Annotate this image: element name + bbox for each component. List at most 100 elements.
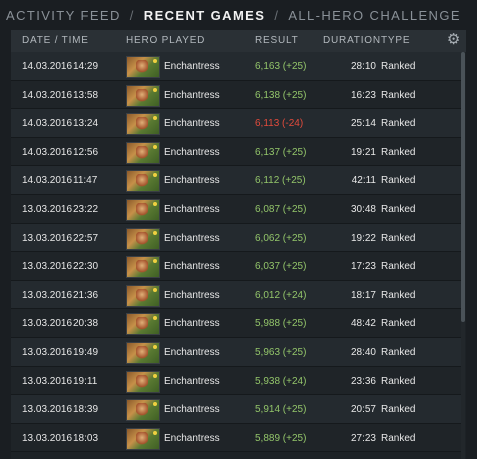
date-cell: 14.03.2016 <box>22 146 73 158</box>
hero-name-cell: Enchantress <box>164 146 220 158</box>
date-cell: 14.03.2016 <box>22 89 73 101</box>
hero-portrait-icon <box>126 56 160 78</box>
hero-portrait-icon <box>126 141 160 164</box>
date-cell: 13.03.2016 <box>22 404 73 416</box>
type-cell: Ranked <box>381 404 416 416</box>
table-row[interactable]: 13.03.2016 19:11 Enchantress 5,938 (+24) 23:… <box>11 366 462 396</box>
column-header-date-time[interactable]: Date / Time <box>22 35 89 46</box>
time-cell: 22:57 <box>73 232 99 244</box>
hero-portrait-icon <box>126 370 160 393</box>
hero-portrait-icon <box>126 427 160 450</box>
date-cell: 13.03.2016 <box>22 289 73 301</box>
time-cell: 14:29 <box>73 61 99 72</box>
result-cell: 6,037 (+25) <box>255 261 307 273</box>
time-cell: 12:56 <box>73 146 99 158</box>
table-row[interactable]: 14.03.2016 14:29 Enchantress 6,163 (+25) 28:… <box>11 52 462 81</box>
table-row[interactable]: 14.03.2016 12:56 Enchantress 6,137 (+25) 19:… <box>11 137 462 167</box>
duration-cell: 27:23 <box>350 432 376 444</box>
table-row[interactable]: 13.03.2016 22:57 Enchantress 6,062 (+25) 19:… <box>11 223 462 253</box>
duration-cell: 16:23 <box>350 89 376 101</box>
tab-recent-games[interactable]: Recent Games <box>144 8 266 23</box>
result-cell: 6,138 (+25) <box>255 89 307 101</box>
table-row[interactable]: 13.03.2016 21:36 Enchantress 6,012 (+24) 18:… <box>11 280 462 310</box>
table-row[interactable]: 13.03.2016 19:49 Enchantress 5,963 (+25) 28:… <box>11 337 462 367</box>
hero-portrait-icon <box>126 256 160 279</box>
hero-name-cell: Enchantress <box>164 118 220 130</box>
column-header-result[interactable]: Result <box>255 35 299 46</box>
time-cell: 22:30 <box>73 261 99 273</box>
time-cell: 11:47 <box>73 175 98 187</box>
date-cell: 13.03.2016 <box>22 346 73 358</box>
hero-name-cell: Enchantress <box>164 61 220 72</box>
gear-icon[interactable]: ⚙ <box>446 32 462 48</box>
hero-name-cell: Enchantress <box>164 175 220 187</box>
date-cell: 13.03.2016 <box>22 432 73 444</box>
duration-cell: 19:21 <box>350 146 376 158</box>
result-cell: 6,062 (+25) <box>255 232 307 244</box>
duration-cell: 28:40 <box>350 346 376 358</box>
hero-portrait-icon <box>126 227 160 250</box>
date-cell: 14.03.2016 <box>22 175 73 187</box>
time-cell: 18:03 <box>73 432 99 444</box>
table-row[interactable]: 14.03.2016 11:47 Enchantress 6,112 (+25) 42:… <box>11 166 462 195</box>
duration-cell: 48:42 <box>350 318 376 330</box>
table-row[interactable]: 13.03.2016 18:39 Enchantress 5,914 (+25) 20:… <box>11 395 462 424</box>
scrollbar[interactable] <box>461 52 465 459</box>
time-cell: 18:39 <box>73 404 99 416</box>
type-cell: Ranked <box>381 175 416 187</box>
type-cell: Ranked <box>381 289 416 301</box>
type-cell: Ranked <box>381 61 416 72</box>
recent-games-table: Date / Time Hero Played Result Duration … <box>11 30 466 459</box>
tab-activity-feed[interactable]: Activity Feed <box>6 8 121 23</box>
hero-name-cell: Enchantress <box>164 404 220 416</box>
time-cell: 23:22 <box>73 203 99 215</box>
duration-cell: 28:10 <box>350 61 376 72</box>
table-row[interactable]: 14.03.2016 13:58 Enchantress 6,138 (+25) 16:… <box>11 80 462 110</box>
hero-name-cell: Enchantress <box>164 289 220 301</box>
tab-all-hero-challenge[interactable]: All-Hero Challenge <box>288 8 461 23</box>
type-cell: Ranked <box>381 375 416 387</box>
type-cell: Ranked <box>381 261 416 273</box>
column-header-type[interactable]: Type <box>381 35 410 46</box>
column-header-hero-played[interactable]: Hero Played <box>126 35 205 46</box>
hero-portrait-icon <box>126 341 160 364</box>
type-cell: Ranked <box>381 89 416 101</box>
hero-name-cell: Enchantress <box>164 203 220 215</box>
hero-name-cell: Enchantress <box>164 318 220 330</box>
table-row[interactable]: 13.03.2016 18:03 Enchantress 5,889 (+25) 27:… <box>11 423 462 453</box>
table-body: 14.03.2016 14:29 Enchantress 6,163 (+25) 28:… <box>11 52 462 453</box>
tab-bar: Activity Feed / Recent Games / All-Hero … <box>0 0 477 30</box>
result-cell: 5,914 (+25) <box>255 404 307 416</box>
type-cell: Ranked <box>381 118 416 130</box>
type-cell: Ranked <box>381 432 416 444</box>
result-cell: 6,012 (+24) <box>255 289 307 301</box>
tab-separator: / <box>274 7 280 23</box>
hero-portrait-icon <box>126 313 160 336</box>
table-row[interactable]: 13.03.2016 23:22 Enchantress 6,087 (+25) 30:… <box>11 194 462 224</box>
date-cell: 13.03.2016 <box>22 203 73 215</box>
result-cell: 6,137 (+25) <box>255 146 307 158</box>
hero-portrait-icon <box>126 399 160 422</box>
result-cell: 5,963 (+25) <box>255 346 307 358</box>
table-row[interactable]: 13.03.2016 22:30 Enchantress 6,037 (+25) 17:… <box>11 252 462 281</box>
date-cell: 13.03.2016 <box>22 318 73 330</box>
tab-separator: / <box>129 7 135 23</box>
time-cell: 19:11 <box>73 375 98 387</box>
column-header-duration[interactable]: Duration <box>323 35 381 46</box>
date-cell: 13.03.2016 <box>22 261 73 273</box>
type-cell: Ranked <box>381 203 416 215</box>
result-cell: 6,087 (+25) <box>255 203 307 215</box>
type-cell: Ranked <box>381 232 416 244</box>
hero-portrait-icon <box>126 284 160 307</box>
type-cell: Ranked <box>381 318 416 330</box>
table-row[interactable]: 14.03.2016 13:24 Enchantress 6,113 (-24) 25:… <box>11 109 462 138</box>
result-cell: 5,889 (+25) <box>255 432 307 444</box>
date-cell: 13.03.2016 <box>22 375 73 387</box>
duration-cell: 25:14 <box>350 118 376 130</box>
hero-name-cell: Enchantress <box>164 261 220 273</box>
table-row[interactable]: 13.03.2016 20:38 Enchantress 5,988 (+25) 48:… <box>11 309 462 338</box>
scrollbar-thumb[interactable] <box>461 52 465 322</box>
result-cell: 6,113 (-24) <box>255 118 304 130</box>
time-cell: 13:58 <box>73 89 99 101</box>
duration-cell: 20:57 <box>350 404 376 416</box>
